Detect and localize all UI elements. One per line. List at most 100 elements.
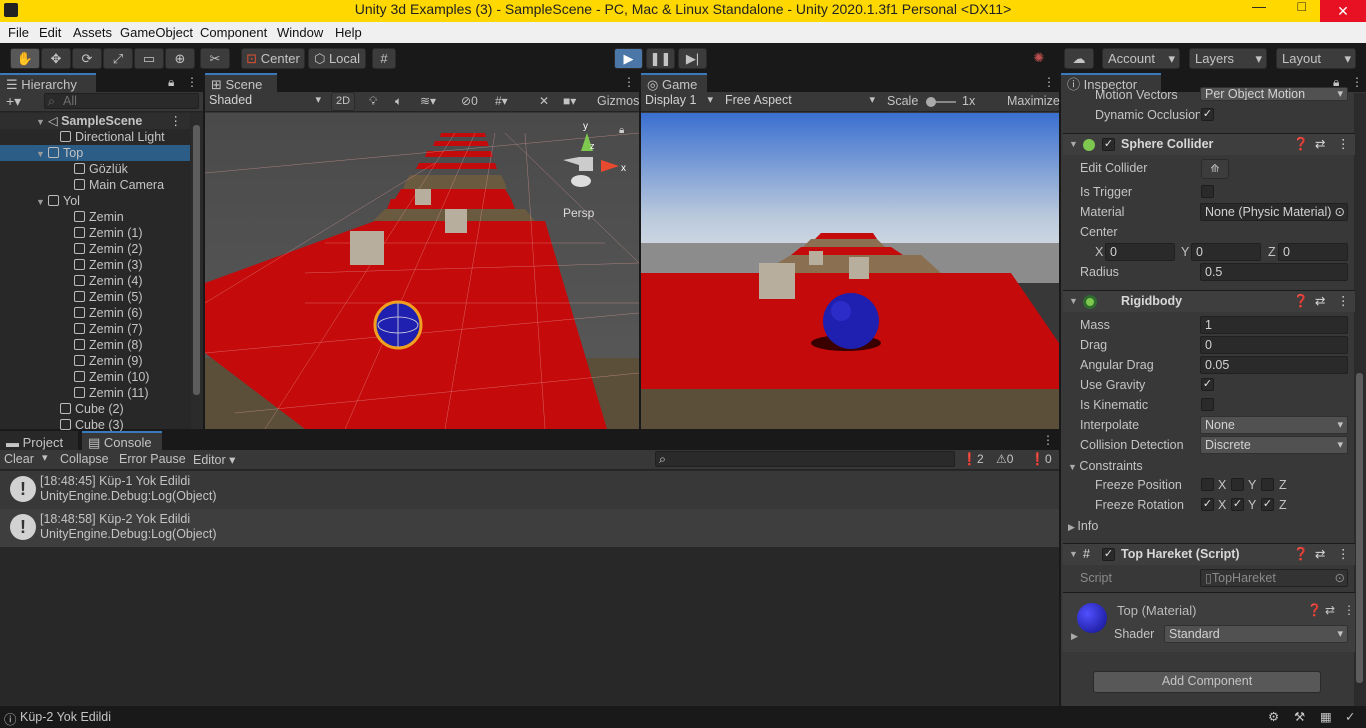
toggle-2d-button[interactable]: 2D <box>331 92 355 111</box>
hierarchy-item-yol[interactable]: ▼ Yol <box>0 193 190 209</box>
sphere-collider-header[interactable]: ▼ ✓ Sphere Collider ❓ ⇄ ⋮ <box>1063 133 1355 155</box>
component-menu-icon[interactable]: ⋮ <box>1337 291 1350 312</box>
grid-snap-icon[interactable]: # <box>372 48 396 69</box>
custom-tool-icon[interactable]: ✂ <box>200 48 230 69</box>
hierarchy-item-zemin-8[interactable]: Zemin (8) <box>0 337 190 353</box>
help-icon[interactable]: ❓ <box>1307 603 1322 617</box>
bug-icon[interactable]: ⚙ <box>1268 709 1279 724</box>
motion-vectors-dropdown[interactable]: Per Object Motion <box>1200 87 1348 101</box>
foldout-icon[interactable]: ▼ <box>36 146 48 162</box>
warning-count-toggle[interactable]: ⚠0 <box>996 452 1013 466</box>
game-menu-icon[interactable]: ⋮ <box>1043 75 1055 89</box>
tab-scene[interactable]: ⊞ Scene <box>205 73 277 92</box>
cache-icon[interactable]: ▦ <box>1320 709 1332 724</box>
use-gravity-checkbox[interactable]: ✓ <box>1201 378 1214 391</box>
foldout-icon[interactable]: ▼ <box>1069 134 1078 155</box>
create-plus-icon[interactable]: +▾ <box>6 93 21 110</box>
preset-icon[interactable]: ⇄ <box>1315 544 1325 565</box>
help-icon[interactable]: ❓ <box>1293 291 1309 312</box>
hierarchy-item-zemin-6[interactable]: Zemin (6) <box>0 305 190 321</box>
error-pause-button[interactable]: Error Pause <box>119 452 186 466</box>
progress-icon[interactable]: ⚒ <box>1294 709 1305 724</box>
hierarchy-item-directional-light[interactable]: Directional Light <box>0 129 190 145</box>
cloud-icon[interactable]: ☁ <box>1064 48 1094 69</box>
hierarchy-item-cube-2[interactable]: Cube (2) <box>0 401 190 417</box>
display-dropdown[interactable]: Display 1 <box>641 92 717 110</box>
menu-assets[interactable]: Assets <box>73 25 112 40</box>
center-y-field[interactable]: 0 <box>1191 243 1261 261</box>
menu-component[interactable]: Component <box>200 25 267 40</box>
minimize-button[interactable]: — <box>1252 0 1266 14</box>
inspector-menu-icon[interactable]: ⋮ <box>1351 75 1363 89</box>
foldout-icon[interactable]: ▼ <box>1069 291 1078 312</box>
pause-button[interactable]: ❚❚ <box>646 48 675 69</box>
object-picker-icon[interactable]: ⊙ <box>1335 204 1345 220</box>
scale-tool-icon[interactable]: ⤢ <box>103 48 133 69</box>
radius-field[interactable]: 0.5 <box>1200 263 1348 281</box>
pivot-center-button[interactable]: ⊡ Center <box>241 48 305 69</box>
tab-game[interactable]: ◎ Game <box>641 73 707 92</box>
console-search-input[interactable]: ⌕ <box>655 451 955 467</box>
component-menu-icon[interactable]: ⋮ <box>1343 603 1355 617</box>
help-icon[interactable]: ❓ <box>1293 134 1309 155</box>
interpolate-dropdown[interactable]: None <box>1200 416 1348 434</box>
menu-help[interactable]: Help <box>335 25 362 40</box>
tools-icon[interactable]: ✕ <box>539 94 549 108</box>
maximize-on-play-button[interactable]: Maximize <box>1007 94 1060 108</box>
step-button[interactable]: ▶| <box>678 48 707 69</box>
tab-console[interactable]: ▤ Console <box>82 431 162 450</box>
preset-icon[interactable]: ⇄ <box>1325 603 1335 617</box>
foldout-icon[interactable]: ▼ <box>36 194 48 210</box>
hierarchy-item-zemin-9[interactable]: Zemin (9) <box>0 353 190 369</box>
is-kinematic-checkbox[interactable] <box>1201 398 1214 411</box>
hierarchy-item-zemin[interactable]: Zemin <box>0 209 190 225</box>
mass-field[interactable]: 1 <box>1200 316 1348 334</box>
freeze-pos-x-checkbox[interactable] <box>1201 478 1214 491</box>
angular-drag-field[interactable]: 0.05 <box>1200 356 1348 374</box>
hierarchy-item-zemin-11[interactable]: Zemin (11) <box>0 385 190 401</box>
inspector-scrollbar[interactable] <box>1354 93 1366 706</box>
menu-window[interactable]: Window <box>277 25 323 40</box>
scene-viewport[interactable]: y z x 🔒︎ Persp <box>205 113 639 429</box>
foldout-icon[interactable]: ▼ <box>1069 544 1078 565</box>
scene-menu-icon[interactable]: ⋮ <box>623 75 635 89</box>
hidden-objects-icon[interactable]: ⊘0 <box>461 94 478 108</box>
center-x-field[interactable]: 0 <box>1105 243 1175 261</box>
hierarchy-scrollbar[interactable] <box>191 113 203 429</box>
sphere-collider-enabled-checkbox[interactable]: ✓ <box>1102 138 1115 151</box>
script-component-header[interactable]: ▼ # ✓ Top Hareket (Script) ❓ ⇄ ⋮ <box>1063 543 1355 565</box>
hierarchy-item-zemin-7[interactable]: Zemin (7) <box>0 321 190 337</box>
clear-options-icon[interactable]: ▾ <box>42 451 48 464</box>
scene-row[interactable]: ▼ ◁ SampleScene ⋮ <box>0 113 190 129</box>
scene-menu-icon[interactable]: ⋮ <box>170 113 183 129</box>
tab-hierarchy[interactable]: ☰ Hierarchy <box>0 73 96 92</box>
hierarchy-item-zemin-10[interactable]: Zemin (10) <box>0 369 190 385</box>
grid-toggle-icon[interactable]: #▾ <box>495 94 508 108</box>
shading-dropdown[interactable]: Shaded <box>205 92 325 110</box>
info-foldout[interactable]: ▶ Info <box>1068 519 1098 533</box>
audio-icon[interactable]: 🔈︎ <box>395 94 402 109</box>
maximize-button[interactable]: □ <box>1298 0 1306 14</box>
account-dropdown[interactable]: Account ▾ <box>1102 48 1180 69</box>
hierarchy-item-zemin-1[interactable]: Zemin (1) <box>0 225 190 241</box>
close-button[interactable]: ✕ <box>1320 0 1366 22</box>
editor-dropdown[interactable]: Editor ▾ <box>193 452 235 467</box>
freeze-rot-z-checkbox[interactable]: ✓ <box>1261 498 1274 511</box>
tab-project[interactable]: ▬ Project <box>0 431 78 450</box>
pivot-local-button[interactable]: ⬡ Local <box>308 48 366 69</box>
freeze-pos-y-checkbox[interactable] <box>1231 478 1244 491</box>
menu-edit[interactable]: Edit <box>39 25 61 40</box>
preset-icon[interactable]: ⇄ <box>1315 134 1325 155</box>
menu-gameobject[interactable]: GameObject <box>120 25 193 40</box>
game-viewport[interactable] <box>641 113 1059 429</box>
aspect-dropdown[interactable]: Free Aspect <box>721 92 879 110</box>
component-menu-icon[interactable]: ⋮ <box>1337 134 1350 155</box>
script-enabled-checkbox[interactable]: ✓ <box>1102 548 1115 561</box>
freeze-rot-y-checkbox[interactable]: ✓ <box>1231 498 1244 511</box>
menu-dots-icon[interactable]: ⋮ <box>186 75 198 89</box>
lock-icon[interactable]: 🔒︎ <box>168 75 174 90</box>
drag-field[interactable]: 0 <box>1200 336 1348 354</box>
hierarchy-item-main-camera[interactable]: Main Camera <box>0 177 190 193</box>
add-component-button[interactable]: Add Component <box>1093 671 1321 693</box>
check-icon[interactable]: ✓ <box>1345 709 1355 724</box>
